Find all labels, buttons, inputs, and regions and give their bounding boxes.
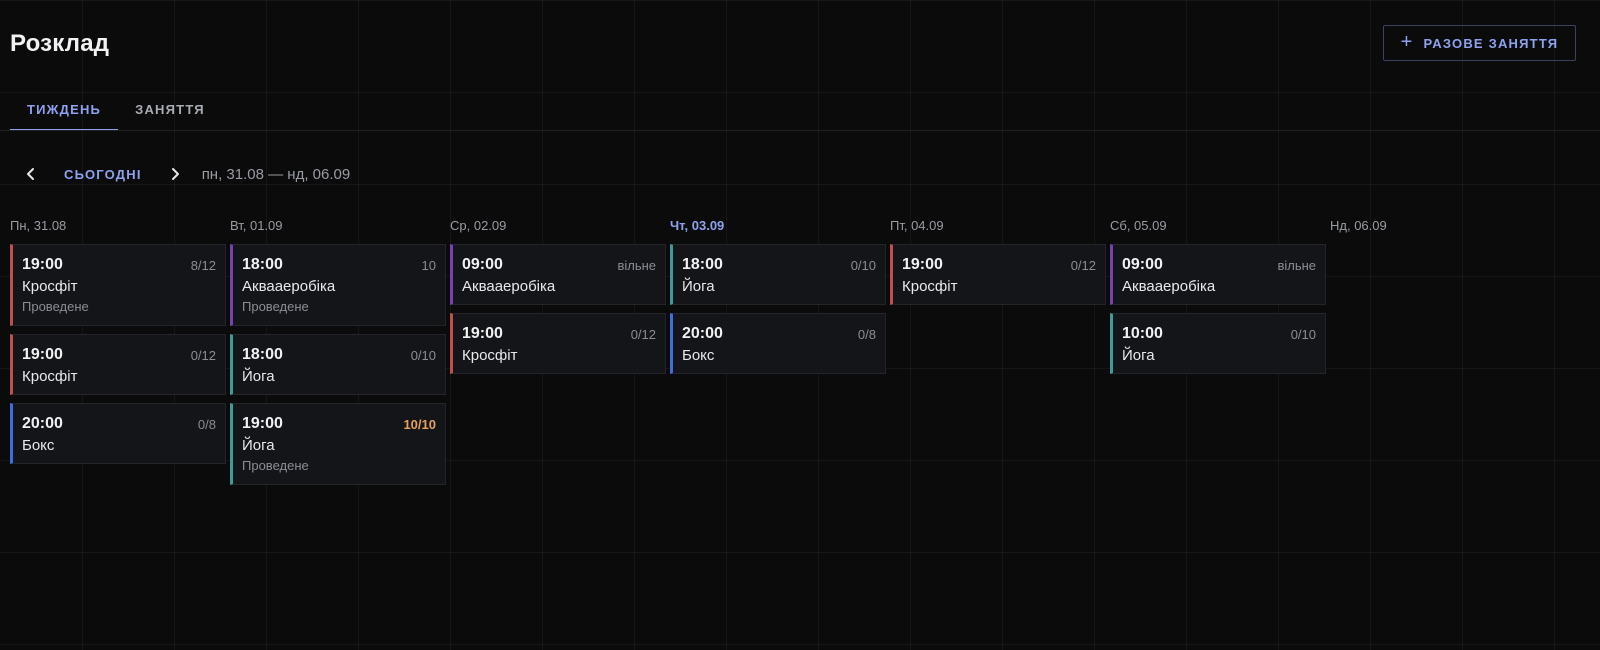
- class-capacity: 0/12: [630, 327, 656, 342]
- add-single-class-label: РАЗОВЕ ЗАНЯТТЯ: [1423, 35, 1559, 51]
- class-time: 18:00: [242, 346, 283, 363]
- class-time: 10:00: [1122, 325, 1163, 342]
- class-time: 18:00: [242, 256, 283, 273]
- class-name: Бокс: [682, 347, 715, 364]
- day-label: Нд, 06.09: [1330, 218, 1387, 233]
- class-card[interactable]: 19:00 10/10 Йога Проведене: [230, 403, 446, 485]
- day-label: Пн, 31.08: [10, 218, 67, 233]
- class-capacity: 10/10: [403, 417, 436, 432]
- class-capacity: 0/12: [190, 348, 216, 363]
- class-card[interactable]: 09:00 вільне Аквааеробіка: [450, 244, 666, 305]
- page-title: Розклад: [10, 30, 110, 57]
- chevron-right-icon: [171, 168, 179, 180]
- class-capacity: вільне: [617, 258, 656, 273]
- class-status: Проведене: [22, 299, 89, 314]
- class-name: Аквааеробіка: [462, 278, 556, 295]
- class-time: 20:00: [22, 415, 63, 432]
- day-column: Пн, 31.08 19:00 8/12 Кросфіт Проведене 19:00 0…: [10, 218, 226, 472]
- class-card[interactable]: 20:00 0/8 Бокс: [10, 403, 226, 464]
- class-capacity: 0/12: [1070, 258, 1096, 273]
- class-time: 19:00: [902, 256, 943, 273]
- class-capacity: 10: [421, 258, 436, 273]
- class-card[interactable]: 09:00 вільне Аквааеробіка: [1110, 244, 1326, 305]
- tabs-divider: [0, 130, 1600, 131]
- class-card[interactable]: 19:00 0/12 Кросфіт: [890, 244, 1106, 305]
- class-name: Йога: [682, 278, 715, 295]
- class-name: Кросфіт: [22, 368, 78, 385]
- class-capacity: 8/12: [190, 258, 216, 273]
- class-name: Кросфіт: [22, 278, 78, 295]
- day-label: Вт, 01.09: [230, 218, 283, 233]
- today-button[interactable]: СЬОГОДНІ: [52, 167, 154, 182]
- day-column: Вт, 01.09 18:00 10 Аквааеробіка Проведене 18:…: [230, 218, 446, 493]
- class-name: Йога: [242, 437, 275, 454]
- day-label: Пт, 04.09: [890, 218, 944, 233]
- class-time: 19:00: [22, 346, 63, 363]
- class-capacity: 0/8: [857, 327, 876, 342]
- day-column: Ср, 02.09 09:00 вільне Аквааеробіка 19:00 0/1…: [450, 218, 666, 382]
- week-range: пн, 31.08 — нд, 06.09: [201, 165, 351, 183]
- class-status: Проведене: [242, 299, 309, 314]
- week-navigation: СЬОГОДНІ пн, 31.08 — нд, 06.09: [10, 160, 350, 188]
- day-label: Ср, 02.09: [450, 218, 507, 233]
- chevron-left-icon: [27, 168, 34, 180]
- add-single-class-button[interactable]: + РАЗОВЕ ЗАНЯТТЯ: [1383, 25, 1576, 61]
- class-time: 18:00: [682, 256, 723, 273]
- class-capacity: 0/8: [197, 417, 216, 432]
- day-label: Сб, 05.09: [1110, 218, 1167, 233]
- class-time: 19:00: [22, 256, 63, 273]
- class-time: 20:00: [682, 325, 723, 342]
- class-name: Аквааеробіка: [1122, 278, 1216, 295]
- class-capacity: 0/10: [410, 348, 436, 363]
- class-name: Бокс: [22, 437, 55, 454]
- class-capacity: 0/10: [1290, 327, 1316, 342]
- class-name: Кросфіт: [902, 278, 958, 295]
- view-tabs: ТИЖДЕНЬ ЗАНЯТТЯ: [10, 88, 222, 131]
- day-column: Чт, 03.09 18:00 0/10 Йога 20:00 0/8 Бокс: [670, 218, 886, 382]
- class-name: Аквааеробіка: [242, 278, 336, 295]
- class-card[interactable]: 19:00 0/12 Кросфіт: [10, 334, 226, 395]
- day-label: Чт, 03.09: [670, 218, 725, 233]
- day-column: Пт, 04.09 19:00 0/12 Кросфіт: [890, 218, 1106, 313]
- class-card[interactable]: 10:00 0/10 Йога: [1110, 313, 1326, 374]
- plus-icon: +: [1400, 31, 1414, 53]
- tab-classes[interactable]: ЗАНЯТТЯ: [118, 88, 222, 131]
- class-name: Йога: [1122, 347, 1155, 364]
- class-name: Кросфіт: [462, 347, 518, 364]
- next-week-button[interactable]: [154, 160, 196, 188]
- class-status: Проведене: [242, 458, 309, 473]
- class-card[interactable]: 20:00 0/8 Бокс: [670, 313, 886, 374]
- class-card[interactable]: 19:00 8/12 Кросфіт Проведене: [10, 244, 226, 326]
- class-card[interactable]: 19:00 0/12 Кросфіт: [450, 313, 666, 374]
- class-time: 19:00: [462, 325, 503, 342]
- class-capacity: 0/10: [850, 258, 876, 273]
- tab-week[interactable]: ТИЖДЕНЬ: [10, 88, 119, 131]
- prev-week-button[interactable]: [10, 160, 52, 188]
- class-capacity: вільне: [1277, 258, 1316, 273]
- class-name: Йога: [242, 368, 275, 385]
- day-column: Нд, 06.09: [1330, 218, 1546, 244]
- day-column: Сб, 05.09 09:00 вільне Аквааеробіка 10:00 0/1…: [1110, 218, 1326, 382]
- class-card[interactable]: 18:00 0/10 Йога: [230, 334, 446, 395]
- class-card[interactable]: 18:00 0/10 Йога: [670, 244, 886, 305]
- class-card[interactable]: 18:00 10 Аквааеробіка Проведене: [230, 244, 446, 326]
